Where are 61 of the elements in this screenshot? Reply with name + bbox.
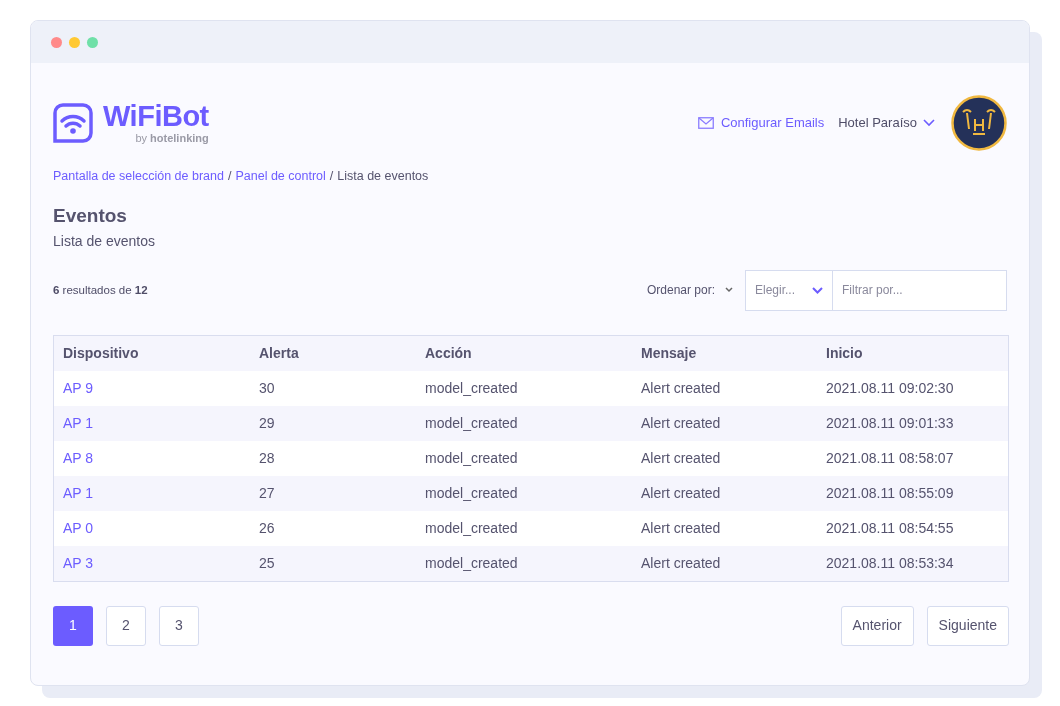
device-link[interactable]: AP 1 xyxy=(54,412,250,434)
device-link[interactable]: AP 9 xyxy=(54,377,250,399)
breadcrumb-separator: / xyxy=(329,168,334,185)
chevron-down-icon xyxy=(812,286,823,294)
table-cell-text: 2021.08.11 08:54:55 xyxy=(825,518,955,538)
filter-field[interactable]: Filtrar por... xyxy=(833,269,1007,311)
previous-button[interactable]: Anterior xyxy=(840,605,914,646)
breadcrumb-link[interactable]: Pantalla de selección de brand xyxy=(53,167,224,186)
table-cell-text: 25 xyxy=(258,553,276,573)
page-button[interactable]: 2 xyxy=(106,605,146,646)
table-cell-text: Alert created xyxy=(640,378,722,398)
breadcrumb-separator: / xyxy=(227,168,232,185)
table-cell-text: Alert created xyxy=(640,518,722,538)
column-header[interactable]: Mensaje xyxy=(632,342,817,364)
logo-wordmark: WiFiBot xyxy=(103,101,209,131)
envelope-icon xyxy=(697,117,714,129)
device-link[interactable]: AP 3 xyxy=(54,552,250,574)
hotel-selector[interactable]: Hotel Paraíso xyxy=(838,113,935,133)
table-cell-text: 2021.08.11 09:01:33 xyxy=(825,413,955,433)
chevron-down-icon xyxy=(725,287,733,294)
page-subtitle: Lista de eventos xyxy=(53,231,156,251)
configure-emails-link[interactable]: Configurar Emails xyxy=(697,113,825,133)
table-cell-text: 30 xyxy=(258,378,276,398)
table-cell-text: model_created xyxy=(424,483,519,503)
logo-byline: by hotelinking xyxy=(135,131,209,145)
sort-dropdown[interactable]: Ordenar por: xyxy=(646,281,733,300)
table-cell-text: 27 xyxy=(258,483,276,503)
table-cell-text: 2021.08.11 08:58:07 xyxy=(825,448,955,468)
column-header[interactable]: Acción xyxy=(416,342,632,364)
page-button[interactable]: 1 xyxy=(53,605,93,646)
device-link[interactable]: AP 1 xyxy=(54,482,250,504)
column-header[interactable]: Dispositivo xyxy=(54,342,250,364)
table-cell-text: Alert created xyxy=(640,553,722,573)
device-link[interactable]: AP 8 xyxy=(54,447,250,469)
page-title: Eventos xyxy=(53,203,128,228)
table-cell-text: 2021.08.11 08:53:34 xyxy=(825,553,955,573)
wifi-logo-icon xyxy=(53,103,93,143)
table-cell-text: model_created xyxy=(424,378,519,398)
table-cell-text: Alert created xyxy=(640,448,722,468)
table-cell-text: 26 xyxy=(258,518,276,538)
table-cell-text: Alert created xyxy=(640,413,722,433)
column-header[interactable]: Alerta xyxy=(250,342,416,364)
chevron-down-icon xyxy=(923,119,935,127)
table-cell-text: model_created xyxy=(424,413,519,433)
table-cell-text: model_created xyxy=(424,553,519,573)
table-cell-text: 2021.08.11 08:55:09 xyxy=(825,483,955,503)
results-count: 6 resultados de 12 xyxy=(53,282,148,298)
hotel-avatar-icon[interactable] xyxy=(951,95,1007,151)
device-link[interactable]: AP 0 xyxy=(54,517,250,539)
table-cell-text: 29 xyxy=(258,413,276,433)
next-button[interactable]: Siguiente xyxy=(926,605,1009,646)
breadcrumb-link[interactable]: Panel de control xyxy=(235,167,326,186)
table-cell-text: 28 xyxy=(258,448,276,468)
sort-field-select[interactable]: Elegir... xyxy=(745,269,833,311)
table-cell-text: Alert created xyxy=(640,483,722,503)
table-cell-text: 2021.08.11 09:02:30 xyxy=(825,378,955,398)
column-header[interactable]: Inicio xyxy=(817,342,1008,364)
page-button[interactable]: 3 xyxy=(159,605,199,646)
table-cell-text: model_created xyxy=(424,448,519,468)
breadcrumb-current: Lista de eventos xyxy=(337,168,429,185)
table-cell-text: model_created xyxy=(424,518,519,538)
